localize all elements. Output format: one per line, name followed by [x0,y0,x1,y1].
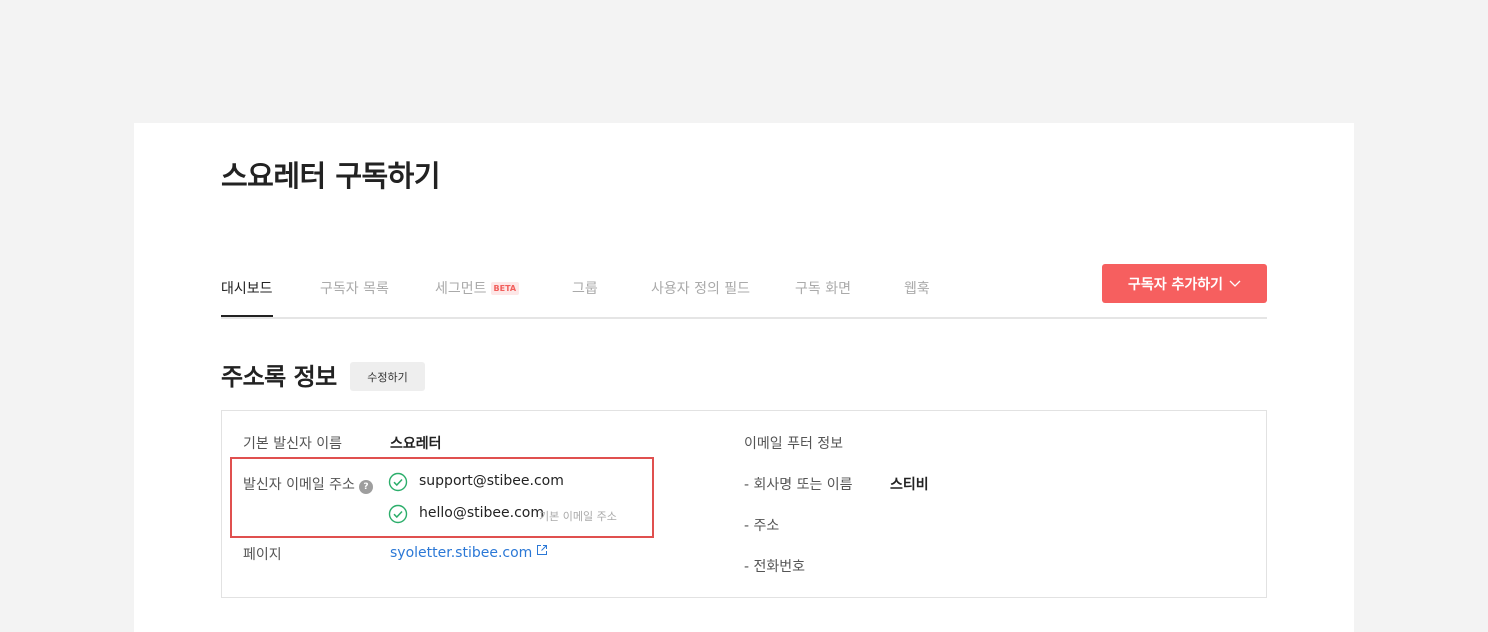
tab-webhook[interactable]: 웹훅 [904,278,930,317]
page-link-text: syoletter.stibee.com [390,545,533,561]
tab-custom-fields[interactable]: 사용자 정의 필드 [651,278,750,317]
chevron-down-icon [1229,277,1241,291]
sender-name-value: 스요레터 [390,436,442,452]
tab-group[interactable]: 그룹 [572,278,598,317]
sender-email-label: 발신자 이메일 주소? [243,474,373,494]
footer-info-title: 이메일 푸터 정보 [744,436,844,452]
section-title: 주소록 정보 [221,363,337,391]
help-icon[interactable]: ? [358,480,373,494]
tab-segment[interactable]: 세그먼트 BETA [435,278,520,317]
sender-name-label: 기본 발신자 이름 [243,436,343,452]
external-link-icon [536,544,548,560]
tab-subscriber-list[interactable]: 구독자 목록 [320,278,389,317]
page-link[interactable]: syoletter.stibee.com [390,544,548,561]
main-card: 스요레터 구독하기 대시보드 구독자 목록 세그먼트 BETA 그룹 사용자 정의… [134,123,1354,632]
company-label: - 회사명 또는 이름 [744,477,853,493]
check-circle-icon [388,472,408,492]
tab-label: 대시보드 [221,281,273,297]
edit-button[interactable]: 수정하기 [350,362,425,391]
add-subscriber-button[interactable]: 구독자 추가하기 [1102,264,1267,303]
phone-label: - 전화번호 [744,559,806,575]
address-book-info: 기본 발신자 이름 스요레터 발신자 이메일 주소? support@stibe… [221,410,1267,598]
highlight-box [230,457,654,538]
tab-dashboard[interactable]: 대시보드 [221,278,273,317]
tab-label: 세그먼트 [435,281,487,297]
page-label: 페이지 [243,547,282,563]
add-subscriber-label: 구독자 추가하기 [1127,276,1224,293]
default-email-note: 기본 이메일 주소 [539,510,617,523]
tab-label: 구독자 목록 [320,281,389,297]
page-title: 스요레터 구독하기 [221,159,441,193]
email-address: support@stibee.com [419,473,564,489]
email-address: hello@stibee.com [419,505,544,521]
company-value: 스티비 [890,477,929,493]
tab-subscribe-screen[interactable]: 구독 화면 [795,278,851,317]
tab-label: 그룹 [572,281,598,297]
tab-label: 사용자 정의 필드 [651,281,751,297]
address-label: - 주소 [744,518,780,534]
tab-label: 구독 화면 [795,281,851,297]
check-circle-icon [388,504,408,524]
sender-email-label-text: 발신자 이메일 주소 [243,477,355,493]
tab-label: 웹훅 [904,281,930,297]
beta-badge: BETA [490,282,520,295]
